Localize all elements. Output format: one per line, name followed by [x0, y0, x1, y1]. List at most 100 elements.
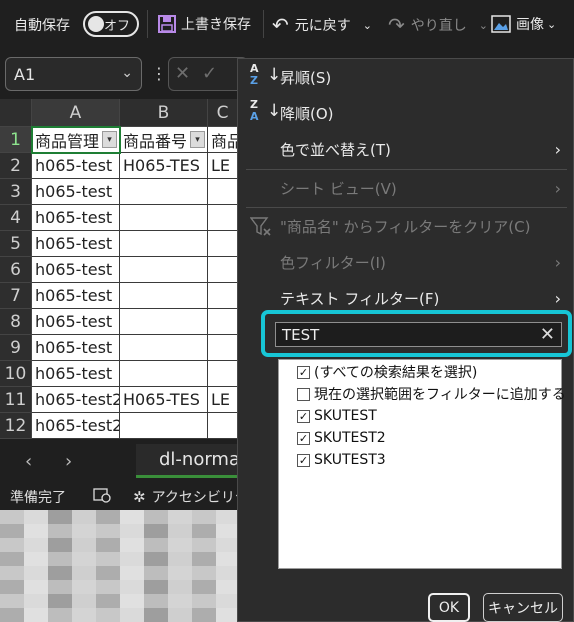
table-cell[interactable]: [120, 283, 208, 309]
row-header[interactable]: 9: [0, 335, 32, 361]
row-header[interactable]: 2: [0, 153, 32, 179]
sort-descending-item[interactable]: ZA ↓ 降順(O): [238, 95, 574, 131]
table-cell[interactable]: [120, 309, 208, 335]
filter-list-item[interactable]: ✓ SKUTEST2: [297, 427, 386, 449]
table-cell[interactable]: h065-test: [32, 179, 120, 205]
ok-button[interactable]: OK: [428, 593, 470, 622]
row-header[interactable]: 4: [0, 205, 32, 231]
table-cell[interactable]: [120, 361, 208, 387]
table-cell[interactable]: [120, 231, 208, 257]
table-cell[interactable]: [208, 335, 238, 361]
row-header[interactable]: 1: [0, 127, 32, 153]
previous-sheet-icon[interactable]: ‹: [25, 451, 32, 472]
table-cell[interactable]: [208, 179, 238, 205]
table-cell[interactable]: h065-test2: [32, 413, 120, 439]
cancel-icon[interactable]: ✕: [175, 63, 190, 84]
row-header[interactable]: 11: [0, 387, 32, 413]
table-cell[interactable]: h065-test: [32, 361, 120, 387]
row-header[interactable]: 8: [0, 309, 32, 335]
select-all-corner[interactable]: [0, 99, 32, 127]
table-cell[interactable]: [208, 205, 238, 231]
text-filter-label: テキスト フィルター(F): [280, 289, 440, 308]
filter-list-item[interactable]: ✓ SKUTEST: [297, 405, 377, 427]
header-cell[interactable]: 商品: [208, 127, 238, 153]
table-cell[interactable]: h065-test: [32, 257, 120, 283]
macro-recording-icon[interactable]: [93, 487, 111, 503]
more-icon[interactable]: ⋮: [151, 64, 167, 83]
table-cell[interactable]: LE: [208, 153, 238, 179]
checkbox-icon[interactable]: ✓: [297, 431, 310, 445]
header-cell[interactable]: 商品番号 ▾: [120, 127, 208, 153]
clear-search-icon[interactable]: ✕: [540, 324, 555, 345]
undo-icon: ↶: [272, 13, 289, 37]
table-cell[interactable]: h065-test: [32, 231, 120, 257]
search-highlight: TEST ✕: [261, 310, 572, 357]
filter-search-input[interactable]: TEST ✕: [275, 322, 562, 347]
checkbox-icon[interactable]: ✓: [297, 365, 310, 379]
blur-block: [144, 510, 168, 524]
table-cell[interactable]: [120, 257, 208, 283]
row-header[interactable]: 3: [0, 179, 32, 205]
autosave-toggle[interactable]: オフ: [83, 11, 139, 37]
name-box[interactable]: A1 ⌄: [5, 57, 142, 91]
table-cell[interactable]: h065-test2: [32, 387, 120, 413]
table-cell[interactable]: h065-test: [32, 309, 120, 335]
filter-list-item[interactable]: ✓ (すべての検索結果を選択): [297, 361, 477, 383]
next-sheet-icon[interactable]: ›: [65, 451, 72, 472]
redo-button[interactable]: ↷ やり直し ⌄: [388, 13, 488, 37]
table-cell[interactable]: [208, 231, 238, 257]
cell-text: 商品: [211, 131, 237, 151]
table-cell[interactable]: [208, 413, 238, 439]
chevron-down-icon[interactable]: ⌄: [479, 19, 488, 32]
sort-by-color-item[interactable]: 色で並べ替え(T) ›: [238, 131, 574, 167]
blur-block: [192, 510, 216, 524]
blur-block: [168, 580, 192, 594]
row-header[interactable]: 10: [0, 361, 32, 387]
table-cell[interactable]: h065-test: [32, 283, 120, 309]
image-button[interactable]: 画像 ⌄: [491, 14, 556, 34]
table-cell[interactable]: [208, 309, 238, 335]
row-header[interactable]: 12: [0, 413, 32, 439]
sort-ascending-item[interactable]: AZ ↓ 昇順(S): [238, 59, 574, 95]
row-header[interactable]: 6: [0, 257, 32, 283]
table-cell[interactable]: [120, 179, 208, 205]
row-header[interactable]: 5: [0, 231, 32, 257]
table-cell[interactable]: [208, 283, 238, 309]
filter-list-item[interactable]: ✓ SKUTEST3: [297, 449, 386, 471]
column-header-b[interactable]: B: [120, 99, 208, 127]
table-cell[interactable]: H065-TES: [120, 387, 208, 413]
table-cell[interactable]: [120, 335, 208, 361]
blur-block: [0, 566, 24, 580]
filter-list-item[interactable]: 現在の選択範囲をフィルターに追加する: [297, 383, 566, 405]
sheet-tab[interactable]: dl-norma: [136, 444, 246, 478]
cancel-button[interactable]: キャンセル: [483, 593, 563, 622]
column-header-c[interactable]: C: [208, 99, 238, 127]
sheet-view-item: シート ビュー(V) ›: [238, 170, 574, 206]
row-header[interactable]: 7: [0, 283, 32, 309]
blur-block: [48, 538, 72, 552]
table-cell[interactable]: h065-test: [32, 205, 120, 231]
blur-block: [0, 594, 24, 608]
blur-block: [192, 594, 216, 608]
table-cell[interactable]: LE: [208, 387, 238, 413]
table-cell[interactable]: [208, 257, 238, 283]
filter-dropdown-icon[interactable]: ▾: [190, 131, 205, 148]
table-cell[interactable]: H065-TES: [120, 153, 208, 179]
table-cell[interactable]: [208, 361, 238, 387]
blur-block: [144, 524, 168, 538]
checkbox-icon[interactable]: ✓: [297, 409, 310, 423]
table-cell[interactable]: [120, 413, 208, 439]
save-button[interactable]: 上書き保存: [157, 14, 251, 34]
accessibility-status[interactable]: ✲ アクセシビリテ: [133, 487, 249, 507]
confirm-icon[interactable]: ✓: [202, 63, 217, 84]
column-header-a[interactable]: A: [32, 99, 120, 127]
checkbox-icon[interactable]: [297, 387, 310, 401]
table-cell[interactable]: [120, 205, 208, 231]
chevron-down-icon[interactable]: ⌄: [363, 19, 372, 32]
filter-value-list[interactable]: ✓ (すべての検索結果を選択) 現在の選択範囲をフィルターに追加する ✓ SKUTEST…: [278, 359, 566, 569]
blur-block: [192, 566, 216, 580]
undo-button[interactable]: ↶ 元に戻す ⌄: [272, 13, 372, 37]
table-cell[interactable]: h065-test: [32, 335, 120, 361]
table-cell[interactable]: h065-test: [32, 153, 120, 179]
checkbox-icon[interactable]: ✓: [297, 453, 310, 467]
